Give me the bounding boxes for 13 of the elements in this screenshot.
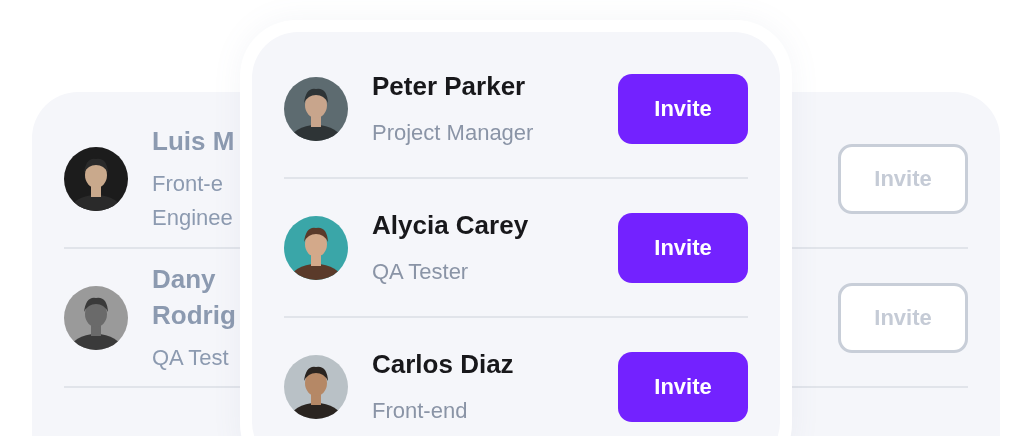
invite-button[interactable]: Invite bbox=[618, 73, 748, 144]
person-name: Carlos Diaz bbox=[372, 347, 515, 381]
job-title: Front-e Enginee bbox=[152, 169, 234, 232]
job-title: QA Test bbox=[152, 343, 230, 372]
person-name: Dany Rodrig bbox=[152, 262, 237, 332]
job-title: Front-end bbox=[372, 396, 469, 425]
invite-button[interactable]: Invite bbox=[618, 212, 748, 283]
person-name: Luis M bbox=[152, 124, 236, 158]
job-title: QA Tester bbox=[372, 257, 470, 286]
invite-button[interactable]: Invite bbox=[618, 351, 748, 422]
person-name: Alycia Carey bbox=[372, 208, 530, 242]
person-name: Peter Parker bbox=[372, 69, 527, 103]
job-title: Project Manager bbox=[372, 118, 535, 147]
